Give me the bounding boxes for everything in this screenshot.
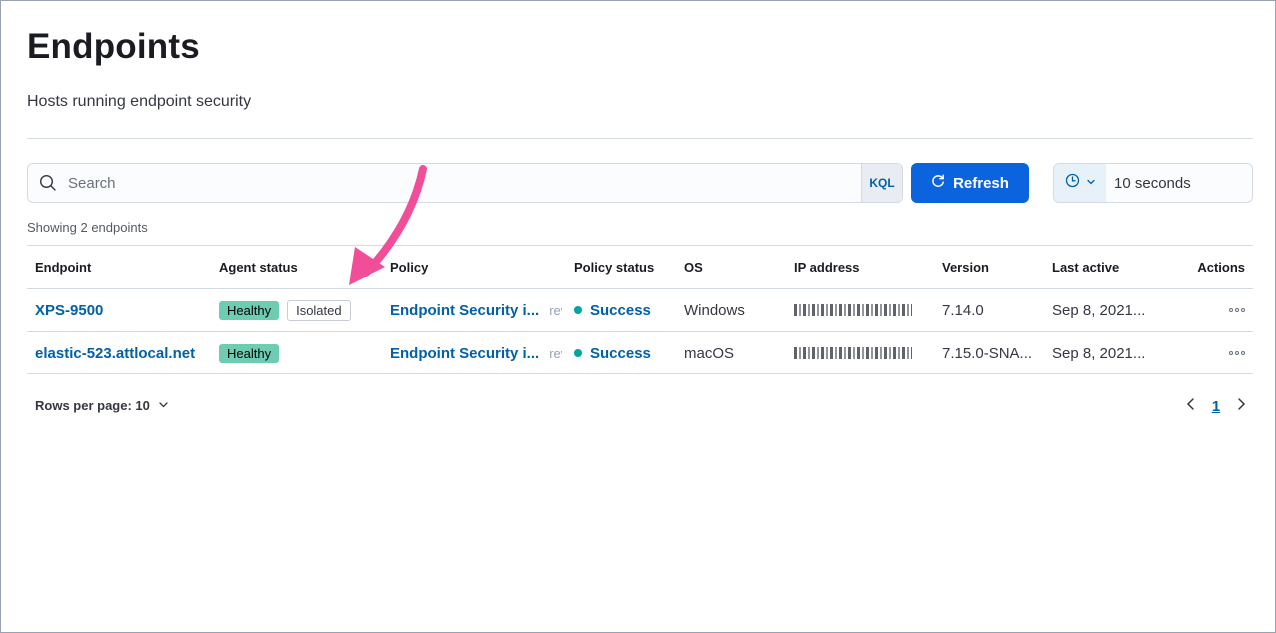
policy-link[interactable]: Endpoint Security i... [390,345,539,362]
kql-button[interactable]: KQL [861,164,902,202]
search-icon [28,164,68,202]
endpoint-count: Showing 2 endpoints [27,220,148,235]
chevron-right-icon[interactable] [1235,397,1247,416]
table-row[interactable]: elastic-523.attlocal.net Healthy Endpoin… [27,331,1253,374]
search-input[interactable] [68,164,861,202]
ip-address-redacted [794,289,934,331]
clock-icon [1065,173,1080,193]
row-actions-button[interactable] [1187,332,1245,374]
column-header-endpoint[interactable]: Endpoint [35,246,215,288]
dots-horizontal-icon [1229,308,1245,312]
policy-status-link[interactable]: Success [590,345,651,362]
policy-cell: Endpoint Security i... rev [390,332,562,374]
table-header: Endpoint Agent status Policy Policy stat… [27,245,1253,288]
chevron-down-icon [158,398,169,413]
policy-status-cell: Success [574,289,674,331]
chevron-left-icon[interactable] [1185,397,1197,416]
status-badge-healthy: Healthy [219,343,280,363]
refresh-interval: 10 seconds [1053,163,1253,203]
version-cell: 7.14.0 [942,301,984,319]
status-badge-isolated: Isolated [287,299,351,321]
column-header-version[interactable]: Version [942,246,1042,288]
refresh-icon [931,174,945,192]
interval-value[interactable]: 10 seconds [1106,175,1191,192]
arrow-annotation-icon [341,161,441,296]
policy-status-cell: Success [574,332,674,374]
status-badge-healthy: Healthy [219,300,280,320]
page-title: Endpoints [27,27,200,66]
refresh-button[interactable]: Refresh [911,163,1029,203]
rows-per-page-label: Rows per page: 10 [35,398,150,413]
success-dot-icon [574,349,582,357]
page-subtitle: Hosts running endpoint security [27,93,252,110]
column-header-os[interactable]: OS [684,246,784,288]
endpoint-link[interactable]: elastic-523.attlocal.net [35,332,215,374]
rows-per-page-button[interactable]: Rows per page: 10 [35,398,169,413]
policy-revision: rev [549,345,562,361]
ip-address-redacted [794,332,934,374]
page-number[interactable]: 1 [1212,398,1220,415]
interval-picker-button[interactable] [1054,164,1106,202]
column-header-ip-address[interactable]: IP address [794,246,934,288]
column-header-last-active[interactable]: Last active [1052,246,1180,288]
policy-status-link[interactable]: Success [590,302,651,319]
table-row[interactable]: XPS-9500 Healthy Isolated Endpoint Secur… [27,288,1253,331]
pagination: 1 [1185,395,1247,417]
agent-status-cell: Healthy [219,332,385,374]
header-divider [27,138,1253,139]
endpoint-link[interactable]: XPS-9500 [35,289,215,331]
os-cell: Windows [684,301,745,319]
column-header-policy-status[interactable]: Policy status [574,246,674,288]
chevron-down-icon [1086,174,1096,192]
success-dot-icon [574,306,582,314]
app-frame: Endpoints Hosts running endpoint securit… [0,0,1276,633]
search-bar: KQL [27,163,903,203]
row-actions-button[interactable] [1187,289,1245,331]
policy-link[interactable]: Endpoint Security i... [390,302,539,319]
refresh-label: Refresh [953,174,1009,192]
os-cell: macOS [684,344,735,362]
column-header-actions: Actions [1197,259,1245,275]
policy-revision: rev [549,302,562,318]
endpoints-table: Endpoint Agent status Policy Policy stat… [27,245,1253,374]
last-active-cell: Sep 8, 2021... [1052,344,1146,362]
dots-horizontal-icon [1229,351,1245,355]
last-active-cell: Sep 8, 2021... [1052,301,1146,319]
version-cell: 7.15.0-SNA... [942,344,1033,362]
